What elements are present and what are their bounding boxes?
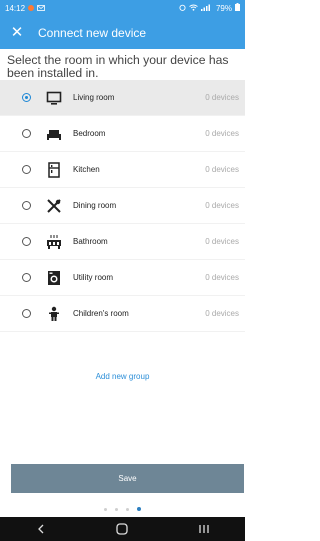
room-list: Living room 0 devices Bedroom 0 devices …	[0, 80, 245, 332]
battery-text: 79%	[215, 3, 232, 13]
page-dot	[126, 507, 129, 511]
room-row-utility-room[interactable]: Utility room 0 devices	[0, 260, 245, 296]
system-nav-bar	[0, 517, 245, 541]
battery-icon	[235, 3, 240, 13]
radio-button[interactable]	[22, 93, 31, 102]
page-indicator	[0, 505, 245, 513]
save-button[interactable]: Save	[11, 464, 244, 493]
back-icon[interactable]	[21, 517, 61, 541]
device-count: 0 devices	[205, 309, 239, 318]
device-count: 0 devices	[205, 201, 239, 210]
radio-button[interactable]	[22, 201, 31, 210]
page-dot	[115, 507, 118, 511]
wifi-icon	[189, 4, 198, 13]
device-count: 0 devices	[205, 165, 239, 174]
cutlery-icon	[46, 198, 62, 214]
close-icon[interactable]: ✕	[0, 16, 34, 49]
status-time: 14:12	[5, 3, 26, 13]
room-row-bedroom[interactable]: Bedroom 0 devices	[0, 116, 245, 152]
fridge-icon	[46, 161, 62, 178]
washing-machine-icon	[46, 270, 62, 286]
room-row-bathroom[interactable]: Bathroom 0 devices	[0, 224, 245, 260]
bathtub-icon	[46, 234, 62, 250]
room-label: Kitchen	[73, 165, 100, 174]
tv-icon	[46, 90, 62, 106]
mail-icon	[37, 4, 45, 13]
signal-icon	[200, 4, 213, 13]
room-row-kitchen[interactable]: Kitchen 0 devices	[0, 152, 245, 188]
page-dot-active	[137, 507, 141, 511]
room-row-living-room[interactable]: Living room 0 devices	[0, 80, 245, 116]
room-row-dining-room[interactable]: Dining room 0 devices	[0, 188, 245, 224]
app-bar: ✕ Connect new device	[0, 16, 245, 49]
home-icon[interactable]	[102, 517, 142, 541]
radio-button[interactable]	[22, 165, 31, 174]
room-label: Dining room	[73, 201, 117, 210]
radio-button[interactable]	[22, 237, 31, 246]
page-dot	[104, 507, 107, 511]
bed-icon	[46, 126, 62, 142]
room-label: Living room	[73, 93, 115, 102]
radio-button[interactable]	[22, 273, 31, 282]
device-count: 0 devices	[205, 273, 239, 282]
child-icon	[46, 306, 62, 322]
room-label: Utility room	[73, 273, 114, 282]
page-title: Connect new device	[38, 25, 147, 40]
device-count: 0 devices	[205, 237, 239, 246]
radio-button[interactable]	[22, 309, 31, 318]
device-count: 0 devices	[205, 129, 239, 138]
room-label: Children's room	[73, 309, 129, 318]
device-count: 0 devices	[205, 93, 239, 102]
alarm-icon	[179, 4, 186, 13]
notification-icon	[28, 5, 35, 11]
status-bar: 14:12 79%	[0, 0, 245, 16]
recents-icon[interactable]	[184, 517, 224, 541]
instruction-text: Select the room in which your device has…	[7, 53, 229, 80]
room-label: Bathroom	[73, 237, 108, 246]
room-label: Bedroom	[73, 129, 106, 138]
add-new-group-link[interactable]: Add new group	[0, 372, 245, 381]
radio-button[interactable]	[22, 129, 31, 138]
room-row-childrens-room[interactable]: Children's room 0 devices	[0, 296, 245, 332]
